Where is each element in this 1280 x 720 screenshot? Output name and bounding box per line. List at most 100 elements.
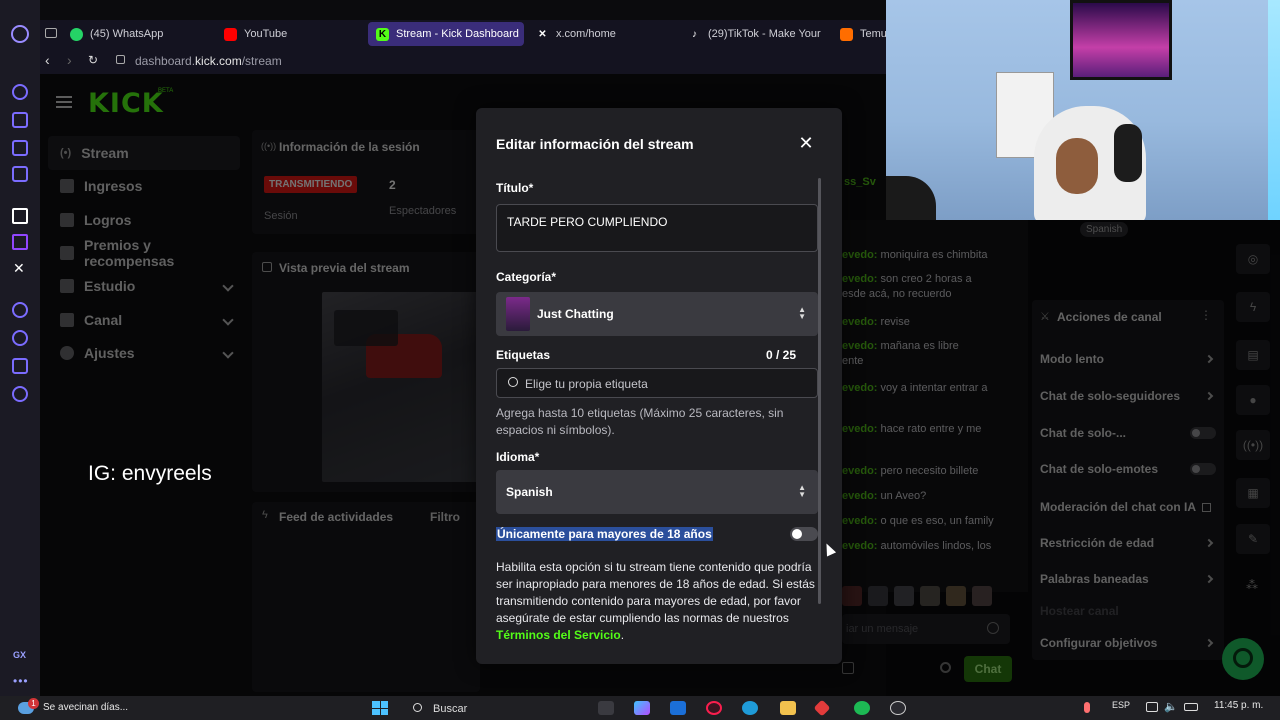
nav-canal[interactable]: Canal xyxy=(48,303,240,337)
player-sidebar-icon[interactable] xyxy=(12,302,28,318)
action-solo-emotes[interactable]: Chat de solo-emotes xyxy=(1040,462,1220,476)
task-view-icon[interactable] xyxy=(598,701,614,715)
emoji-icon[interactable] xyxy=(987,622,999,634)
weather-title[interactable]: Se avecinan días... xyxy=(43,702,128,713)
activity-filter-button[interactable]: Filtro xyxy=(430,510,460,524)
chevron-down-icon xyxy=(222,314,234,326)
action-hostear-canal[interactable]: Hostear canal xyxy=(1040,604,1220,618)
chat-username: evedo: xyxy=(842,273,878,285)
twitch-sidebar-icon[interactable] xyxy=(12,140,28,156)
tab-kick-dashboard[interactable]: K Stream - Kick Dashboard xyxy=(368,22,524,46)
file-explorer-icon[interactable] xyxy=(780,701,796,715)
lightning-tool-icon[interactable]: ϟ xyxy=(1236,292,1270,322)
emote-icon[interactable] xyxy=(894,586,914,606)
action-modo-lento[interactable]: Modo lento xyxy=(1040,352,1220,366)
close-icon[interactable]: ✕ xyxy=(798,134,814,152)
twitch-purple-icon[interactable] xyxy=(12,234,28,250)
integrations-icon[interactable]: ⁂ xyxy=(1246,578,1258,592)
edge-icon[interactable] xyxy=(742,701,758,715)
taskbar-search-box[interactable]: Buscar xyxy=(404,698,534,718)
action-restriccion-edad[interactable]: Restricción de edad xyxy=(1040,536,1220,550)
microphone-icon[interactable] xyxy=(1084,702,1090,713)
nav-ajustes[interactable]: Ajustes xyxy=(48,336,240,370)
tab-tiktok[interactable]: ♪ (29)TikTok - Make Your xyxy=(680,22,830,46)
more-options-icon[interactable]: ⋮ xyxy=(1200,308,1212,322)
reload-icon[interactable]: ↻ xyxy=(88,53,98,67)
extensions-icon[interactable] xyxy=(12,358,28,374)
emote-icon[interactable] xyxy=(868,586,888,606)
chat-send-button[interactable]: Chat xyxy=(964,656,1012,682)
opera-gx-app-icon[interactable] xyxy=(706,701,722,715)
input-language[interactable]: ESP xyxy=(1112,700,1130,710)
gx-corner-icon[interactable] xyxy=(12,112,28,128)
broadcast-tool-icon[interactable]: ((•)) xyxy=(1236,430,1270,460)
messenger-sidebar-icon[interactable] xyxy=(12,166,28,182)
tab-whatsapp[interactable]: (45) WhatsApp xyxy=(62,22,212,46)
nav-premios[interactable]: Premios y recompensas xyxy=(48,236,240,270)
obs-icon[interactable] xyxy=(890,701,906,715)
stream-preview-video[interactable] xyxy=(322,292,480,482)
layout-tool-icon[interactable]: ▦ xyxy=(1236,478,1270,508)
camera-tool-icon[interactable]: ◎ xyxy=(1236,244,1270,274)
tags-input[interactable]: Elige tu propia etiqueta xyxy=(496,368,818,398)
chat-bubble-tool-icon[interactable]: ● xyxy=(1236,385,1270,415)
action-solo-subs[interactable]: Chat de solo-... xyxy=(1040,426,1220,440)
kick-icon: K xyxy=(376,27,389,41)
mature-toggle[interactable] xyxy=(790,527,818,541)
toggle-switch[interactable] xyxy=(1190,427,1216,439)
opera-logo-icon[interactable] xyxy=(11,25,29,43)
kick-logo[interactable]: KICK xyxy=(88,88,164,119)
tab-youtube[interactable]: YouTube xyxy=(216,22,366,46)
store-icon[interactable] xyxy=(842,662,854,674)
start-button-icon[interactable] xyxy=(372,701,388,715)
back-arrow-icon[interactable]: ‹ xyxy=(45,52,50,68)
emote-icon[interactable] xyxy=(842,586,862,606)
emote-icon[interactable] xyxy=(920,586,940,606)
forward-arrow-icon[interactable]: › xyxy=(67,52,72,68)
store-app-icon[interactable] xyxy=(670,701,686,715)
emote-icon[interactable] xyxy=(972,586,992,606)
nav-estudio[interactable]: Estudio xyxy=(48,269,240,303)
more-dots-icon[interactable]: ••• xyxy=(13,674,29,688)
workspace-icon[interactable] xyxy=(45,28,57,38)
action-moderacion-ia[interactable]: Moderación del chat con IA xyxy=(1040,500,1220,514)
hamburger-menu-icon[interactable] xyxy=(56,96,72,108)
terms-of-service-link[interactable]: Términos del Servicio xyxy=(496,628,621,642)
toggle-switch[interactable] xyxy=(1190,463,1216,475)
spotify-icon[interactable] xyxy=(854,701,870,715)
nav-logros[interactable]: Logros xyxy=(48,203,240,237)
chat-settings-icon[interactable] xyxy=(940,662,951,673)
chat-message: evedo: pero necesito billete xyxy=(842,464,1028,479)
preview-icon xyxy=(262,262,272,272)
nav-ingresos[interactable]: Ingresos xyxy=(48,169,240,203)
kick-sidebar-icon[interactable] xyxy=(12,208,28,224)
copilot-icon[interactable] xyxy=(634,701,650,715)
wrench-tool-icon[interactable]: ✎ xyxy=(1236,524,1270,554)
notes-tool-icon[interactable]: ▤ xyxy=(1236,340,1270,370)
volume-icon[interactable]: 🔈 xyxy=(1164,700,1178,713)
network-icon[interactable] xyxy=(1146,702,1158,712)
clock[interactable]: 11:45 p. m. xyxy=(1214,700,1263,711)
language-select[interactable]: Spanish ▲ ▼ xyxy=(496,470,818,514)
modal-scrollbar[interactable] xyxy=(818,178,821,604)
gx-control-icon[interactable] xyxy=(12,84,28,100)
category-select[interactable]: Just Chatting ▲ ▼ xyxy=(496,292,818,336)
chat-input[interactable]: iar un mensaje xyxy=(842,614,1010,644)
nav-stream[interactable]: (•) Stream xyxy=(48,136,240,170)
action-solo-seguidores[interactable]: Chat de solo-seguidores xyxy=(1040,389,1220,403)
title-input[interactable]: TARDE PERO CUMPLIENDO xyxy=(496,204,818,252)
tab-temu[interactable]: Temu xyxy=(832,22,886,46)
support-chat-button[interactable] xyxy=(1222,638,1264,680)
history-icon[interactable] xyxy=(12,330,28,346)
action-configurar-objetivos[interactable]: Configurar objetivos xyxy=(1040,636,1220,650)
emote-icon[interactable] xyxy=(946,586,966,606)
url-field[interactable]: dashboard.kick.com/stream xyxy=(135,54,282,68)
x-sidebar-icon[interactable]: ✕ xyxy=(13,260,25,277)
battery-icon[interactable] xyxy=(1184,703,1198,711)
tab-label: (45) WhatsApp xyxy=(90,28,164,40)
red-app-icon[interactable] xyxy=(813,699,831,717)
search-label: Buscar xyxy=(433,703,468,715)
action-palabras-baneadas[interactable]: Palabras baneadas xyxy=(1040,572,1220,586)
tab-x[interactable]: ✕ x.com/home xyxy=(528,22,678,46)
settings-gear-icon[interactable] xyxy=(12,386,28,402)
